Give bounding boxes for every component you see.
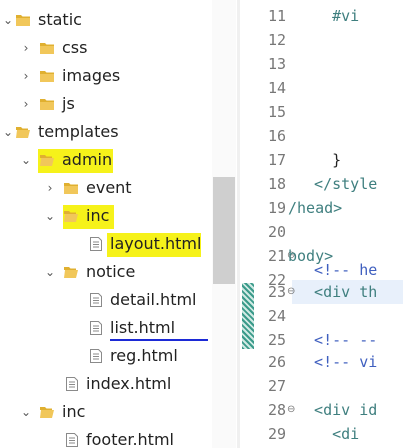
line-number: 19: [267, 199, 286, 217]
chevron-down-icon[interactable]: ⌄: [2, 118, 14, 146]
tree-scrollbar-thumb[interactable]: [213, 177, 235, 284]
line-number: 29: [267, 425, 286, 443]
tree-item-label: inc: [62, 402, 86, 421]
tree-item-label: reg.html: [110, 346, 178, 365]
tree-item-reg-html[interactable]: reg.html: [0, 342, 210, 370]
code-line[interactable]: }: [296, 148, 341, 172]
line-number: 24: [267, 307, 286, 325]
chevron-right-icon[interactable]: ›: [20, 90, 32, 118]
tree-item-inc[interactable]: ⌄ inc: [0, 202, 210, 230]
code-line[interactable]: /head>: [288, 196, 342, 220]
chevron-right-icon[interactable]: ›: [20, 34, 32, 62]
tree-item-label: notice: [86, 262, 136, 281]
line-number: 17: [267, 151, 286, 169]
code-line[interactable]: <div th: [296, 280, 377, 304]
line-number: 26: [267, 353, 286, 371]
html-file-icon: [66, 433, 80, 447]
folder-icon: [40, 97, 54, 110]
chevron-down-icon[interactable]: ⌄: [44, 202, 56, 230]
tree-item-label: images: [62, 66, 121, 85]
line-number: 27: [267, 377, 286, 395]
line-number: 11: [267, 7, 286, 25]
line-number: 13: [267, 55, 286, 73]
chevron-down-icon[interactable]: ⌄: [20, 398, 32, 426]
line-number: 28: [267, 401, 286, 419]
line-number: 14: [267, 79, 286, 97]
tree-item-footer-html[interactable]: footer.html: [0, 426, 210, 448]
line-number: 20: [267, 223, 286, 241]
code-line[interactable]: <div id: [296, 398, 377, 422]
code-line[interactable]: <!-- vi: [296, 350, 377, 374]
chevron-right-icon[interactable]: ›: [20, 62, 32, 90]
annotation-underline: [110, 339, 208, 341]
tree-item-label: admin: [62, 150, 113, 169]
code-line[interactable]: </style: [296, 172, 377, 196]
tree-item-label: event: [86, 178, 132, 197]
chevron-down-icon[interactable]: ⌄: [44, 258, 56, 286]
tree-item-js[interactable]: › js: [0, 90, 210, 118]
tree-item-admin[interactable]: ⌄ admin: [0, 146, 210, 174]
line-number: 15: [267, 103, 286, 121]
tree-item-notice[interactable]: ⌄ notice: [0, 258, 210, 286]
chevron-down-icon[interactable]: ⌄: [2, 6, 14, 34]
project-explorer-tree: ⌄ static › css › images › js ⌄ templates…: [0, 0, 237, 448]
tree-item-detail-html[interactable]: detail.html: [0, 286, 210, 314]
line-number: 23: [267, 283, 286, 301]
folder-icon: [40, 41, 54, 54]
tree-item-label: index.html: [86, 374, 172, 393]
line-number: 16: [267, 127, 286, 145]
tree-item-css[interactable]: › css: [0, 34, 210, 62]
tree-item-label: templates: [38, 122, 119, 141]
tree-item-label: layout.html: [110, 234, 202, 253]
line-number: 25: [267, 331, 286, 349]
code-line[interactable]: #vi: [296, 4, 359, 28]
folder-icon: [40, 69, 54, 82]
tree-item-label: css: [62, 38, 88, 57]
line-number: 12: [267, 31, 286, 49]
change-marker: [242, 283, 254, 349]
tree-item-index-html[interactable]: index.html: [0, 370, 210, 398]
code-editor[interactable]: 11 #vi 12 13 14 15 16 17 } 18 </style 19…: [256, 0, 403, 448]
folder-icon: [64, 181, 78, 194]
code-line[interactable]: <di: [296, 422, 359, 446]
line-number: 18: [267, 175, 286, 193]
html-file-icon: [90, 237, 104, 251]
pane-splitter[interactable]: [237, 0, 240, 448]
html-file-icon: [90, 293, 104, 307]
code-line[interactable]: <!-- --: [296, 328, 377, 352]
folder-icon: [16, 13, 30, 26]
tree-item-label: detail.html: [110, 290, 197, 309]
folder-open-icon: [40, 405, 54, 418]
tree-item-static[interactable]: ⌄ static: [0, 6, 210, 34]
code-line[interactable]: <!-- he: [296, 258, 377, 282]
tree-item-list-html[interactable]: list.html: [0, 314, 210, 342]
tree-item-inc-2[interactable]: ⌄ inc: [0, 398, 210, 426]
tree-item-label: js: [62, 94, 75, 113]
folder-open-icon: [16, 125, 30, 138]
line-number: 21: [267, 247, 286, 265]
chevron-down-icon[interactable]: ⌄: [20, 146, 32, 174]
tree-item-label: inc: [86, 206, 110, 225]
tree-item-images[interactable]: › images: [0, 62, 210, 90]
folder-open-icon: [64, 265, 78, 278]
tree-item-label: static: [38, 10, 82, 29]
tree-item-layout-html[interactable]: layout.html: [0, 230, 210, 258]
html-file-icon: [66, 377, 80, 391]
tree-item-label: list.html: [110, 318, 176, 337]
html-file-icon: [90, 349, 104, 363]
tree-item-templates[interactable]: ⌄ templates: [0, 118, 210, 146]
folder-open-icon: [64, 209, 78, 222]
tree-item-label: footer.html: [86, 430, 174, 448]
folder-open-icon: [40, 153, 54, 166]
html-file-icon: [90, 321, 104, 335]
chevron-right-icon[interactable]: ›: [44, 174, 56, 202]
tree-item-event[interactable]: › event: [0, 174, 210, 202]
